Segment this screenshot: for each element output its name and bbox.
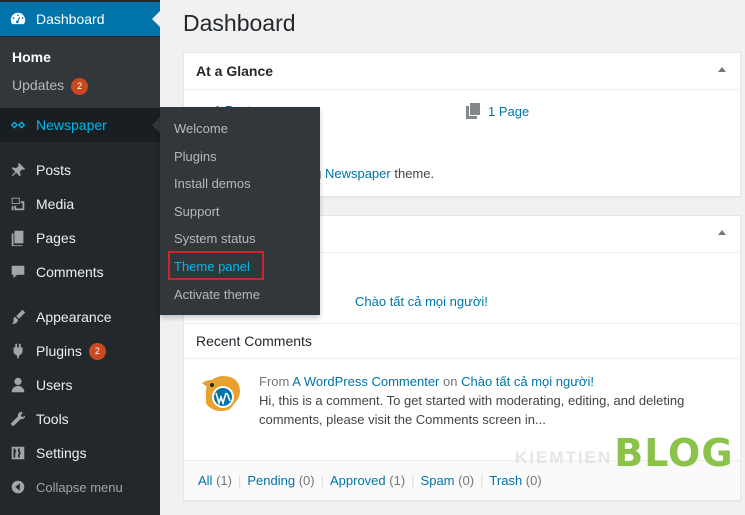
comment-meta: From A WordPress Commenter on Chào tất c… — [259, 372, 729, 391]
sidebar-item-pages[interactable]: Pages — [0, 221, 160, 255]
sidebar-label-newspaper: Newspaper — [36, 117, 107, 133]
collapse-menu-label: Collapse menu — [36, 479, 123, 495]
filter-separator: | — [237, 473, 242, 488]
filter-pending[interactable]: Pending — [247, 473, 295, 488]
filter-all[interactable]: All — [198, 473, 212, 488]
theme-panel-highlight-box — [168, 251, 264, 280]
sidebar-item-newspaper[interactable]: Newspaper — [0, 108, 160, 142]
comment-from-label: From — [259, 374, 290, 389]
kiemtien-blog-watermark: KIEMTIEN BLOG — [515, 434, 734, 472]
filter-spam-count: (0) — [458, 473, 475, 488]
updates-count-badge: 2 — [71, 77, 89, 95]
sidebar-item-posts[interactable]: Posts — [0, 153, 160, 187]
sidebar-label-media: Media — [36, 196, 75, 212]
pushpin-icon — [0, 161, 36, 179]
filter-separator: | — [480, 473, 484, 488]
theme-info-suffix: theme. — [390, 166, 435, 181]
sidebar-label-users: Users — [36, 377, 73, 393]
comment-post-link[interactable]: Chào tất cả mọi người! — [461, 374, 594, 389]
filter-separator: | — [320, 473, 324, 488]
filter-spam[interactable]: Spam — [421, 473, 455, 488]
sidebar-label-pages: Pages — [36, 230, 76, 246]
sidebar-label-posts: Posts — [36, 162, 72, 178]
filter-separator: | — [411, 473, 415, 488]
paintbrush-icon — [0, 308, 36, 326]
widget-toggle-icon[interactable] — [718, 67, 726, 72]
sidebar-item-settings[interactable]: Settings — [0, 436, 160, 470]
admin-sidebar: Dashboard Home Updates 2 Newspaper Posts … — [0, 0, 160, 515]
widget-header: At a Glance — [184, 53, 740, 90]
newspaper-logo-icon — [0, 116, 36, 134]
pages-icon — [0, 229, 36, 247]
filter-trash[interactable]: Trash — [489, 473, 522, 488]
media-icon — [0, 195, 36, 213]
plugins-count-badge: 2 — [88, 342, 106, 360]
wrench-icon — [0, 410, 36, 428]
sidebar-item-comments[interactable]: Comments — [0, 255, 160, 289]
plug-icon — [0, 342, 36, 360]
recent-comments-title: Recent Comments — [196, 333, 312, 349]
filter-pending-count: (0) — [298, 473, 315, 488]
pages-count-link[interactable]: 1 Page — [488, 104, 529, 119]
collapse-menu-button[interactable]: Collapse menu — [0, 470, 160, 504]
sidebar-label-plugins: Plugins — [36, 343, 82, 359]
filter-trash-count: (0) — [525, 473, 542, 488]
activity-toggle-icon[interactable] — [718, 230, 726, 235]
pages-icon — [466, 103, 480, 119]
sidebar-item-media[interactable]: Media — [0, 187, 160, 221]
theme-link[interactable]: Newspaper — [325, 166, 391, 181]
widget-title: At a Glance — [196, 63, 274, 79]
comment-excerpt: Hi, this is a comment. To get started wi… — [259, 393, 685, 427]
page-title: Dashboard — [183, 10, 296, 36]
user-icon — [0, 376, 36, 394]
sidebar-label-tools: Tools — [36, 411, 69, 427]
current-arrow — [152, 11, 160, 27]
commenter-avatar — [202, 375, 240, 411]
newspaper-flyout-menu: Welcome Plugins Install demos Support Sy… — [160, 107, 320, 315]
submenu-updates[interactable]: Updates 2 — [12, 77, 89, 95]
settings-sliders-icon — [0, 444, 36, 462]
comment-author-link[interactable]: A WordPress Commenter — [292, 374, 439, 389]
filter-approved[interactable]: Approved — [330, 473, 386, 488]
filter-all-count: (1) — [216, 473, 232, 488]
sidebar-item-tools[interactable]: Tools — [0, 402, 160, 436]
flyout-item-install-demos[interactable]: Install demos — [174, 176, 251, 191]
pages-count: 1 Page — [466, 103, 529, 119]
dashboard-submenu: Home Updates 2 — [0, 37, 160, 108]
submenu-updates-label: Updates — [12, 77, 65, 93]
recent-post-link[interactable]: Chào tất cả mọi người! — [355, 294, 488, 309]
collapse-arrow-icon — [0, 478, 36, 496]
flyout-item-plugins[interactable]: Plugins — [174, 149, 217, 164]
flyout-item-activate-theme[interactable]: Activate theme — [174, 287, 260, 302]
sidebar-item-users[interactable]: Users — [0, 368, 160, 402]
dashboard-icon — [0, 10, 36, 28]
submenu-home[interactable]: Home — [12, 49, 51, 65]
sidebar-label-settings: Settings — [36, 445, 87, 461]
watermark-blog-text: BLOG — [614, 431, 734, 475]
flyout-item-welcome[interactable]: Welcome — [174, 121, 228, 136]
sidebar-label-comments: Comments — [36, 264, 104, 280]
theme-info: ing Newspaper theme. — [304, 166, 434, 181]
sidebar-label-dashboard: Dashboard — [36, 11, 105, 27]
flyout-item-support[interactable]: Support — [174, 204, 220, 219]
sidebar-item-plugins[interactable]: Plugins 2 — [0, 334, 160, 368]
comment-bubble-icon — [0, 263, 36, 281]
sidebar-item-dashboard[interactable]: Dashboard — [0, 2, 160, 36]
flyout-arrow — [152, 117, 160, 133]
watermark-small-text: KIEMTIEN — [515, 448, 613, 467]
comment-body: From A WordPress Commenter on Chào tất c… — [259, 372, 729, 429]
flyout-item-system-status[interactable]: System status — [174, 231, 256, 246]
filter-approved-count: (1) — [389, 473, 406, 488]
recent-comments-heading: Recent Comments — [184, 323, 740, 359]
sidebar-label-appearance: Appearance — [36, 309, 112, 325]
sidebar-item-appearance[interactable]: Appearance — [0, 300, 160, 334]
comment-on-label: on — [443, 374, 458, 389]
